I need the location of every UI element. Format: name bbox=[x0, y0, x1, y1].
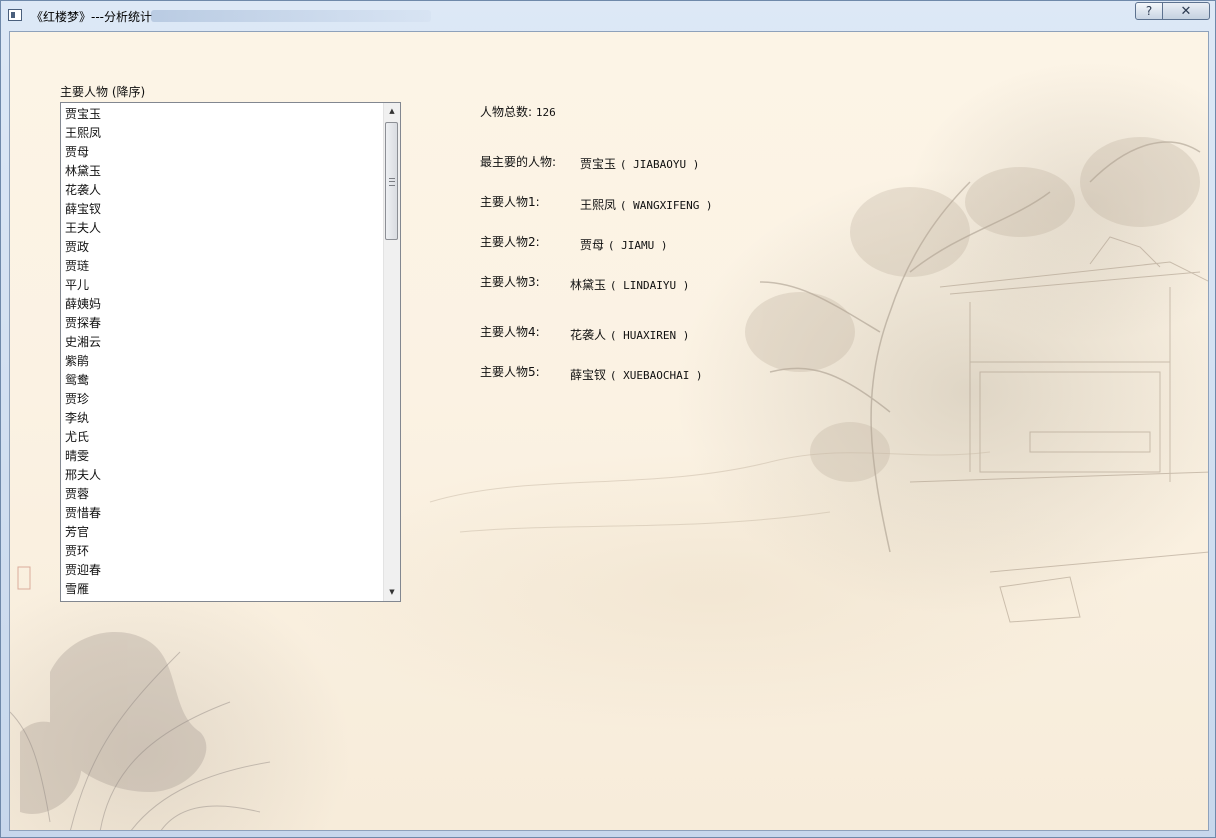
list-item[interactable]: 邢夫人 bbox=[61, 466, 383, 485]
main-character-name: 贾宝玉 bbox=[580, 157, 617, 171]
list-item[interactable]: 贾迎春 bbox=[61, 561, 383, 580]
app-window: 《红楼梦》---分析统计 ? ✕ 主要人物 (降序) 贾宝玉 王熙凤 贾母 林黛… bbox=[0, 0, 1216, 838]
scroll-up-arrow-icon[interactable]: ▲ bbox=[384, 103, 400, 120]
list-item[interactable]: 贾探春 bbox=[61, 314, 383, 333]
list-item[interactable]: 王熙凤 bbox=[61, 124, 383, 143]
character-3-value: 林黛玉 ( LINDAIYU ) bbox=[570, 276, 689, 293]
list-item[interactable]: 薛姨妈 bbox=[61, 295, 383, 314]
total-count: 人物总数: 126 bbox=[480, 103, 556, 120]
scrollbar-thumb[interactable] bbox=[385, 122, 398, 240]
character-2-label: 主要人物2: bbox=[480, 235, 540, 249]
character-1-label: 主要人物1: bbox=[480, 195, 540, 209]
character-2-name: 贾母 bbox=[580, 238, 605, 252]
character-5-name: 薛宝钗 bbox=[570, 368, 607, 382]
list-item[interactable]: 平儿 bbox=[61, 276, 383, 295]
list-item[interactable]: 贾琏 bbox=[61, 257, 383, 276]
vertical-scrollbar[interactable]: ▲ ▼ bbox=[383, 103, 400, 601]
list-item[interactable]: 花袭人 bbox=[61, 181, 383, 200]
grip-icon bbox=[389, 178, 395, 186]
list-item[interactable]: 王夫人 bbox=[61, 219, 383, 238]
app-icon[interactable] bbox=[8, 9, 22, 21]
character-3-label: 主要人物3: bbox=[480, 275, 540, 289]
main-character-pinyin: ( JIABAOYU ) bbox=[619, 158, 700, 171]
character-5-value: 薛宝钗 ( XUEBAOCHAI ) bbox=[570, 366, 703, 383]
character-3-pinyin: ( LINDAIYU ) bbox=[609, 279, 690, 292]
total-count-value: 126 bbox=[535, 106, 556, 119]
list-item[interactable]: 贾惜春 bbox=[61, 504, 383, 523]
character-4-value: 花袭人 ( HUAXIREN ) bbox=[570, 326, 689, 343]
list-item[interactable]: 贾珍 bbox=[61, 390, 383, 409]
character-1-name: 王熙凤 bbox=[580, 198, 617, 212]
character-listbox[interactable]: 贾宝玉 王熙凤 贾母 林黛玉 花袭人 薛宝钗 王夫人 贾政 贾琏 平儿 薛姨妈 … bbox=[60, 102, 401, 602]
list-item[interactable]: 紫鹃 bbox=[61, 352, 383, 371]
list-item[interactable]: 尤氏 bbox=[61, 428, 383, 447]
character-2-value: 贾母 ( JIAMU ) bbox=[580, 236, 667, 253]
character-4-pinyin: ( HUAXIREN ) bbox=[609, 329, 690, 342]
main-character-value: 贾宝玉 ( JIABAOYU ) bbox=[580, 155, 699, 172]
main-character-label: 最主要的人物: bbox=[480, 155, 557, 169]
list-item[interactable]: 薛宝钗 bbox=[61, 200, 383, 219]
help-button[interactable]: ? bbox=[1135, 2, 1163, 20]
character-5-label: 主要人物5: bbox=[480, 365, 540, 379]
title-bar[interactable]: 《红楼梦》---分析统计 ? ✕ bbox=[1, 1, 1215, 31]
list-items: 贾宝玉 王熙凤 贾母 林黛玉 花袭人 薛宝钗 王夫人 贾政 贾琏 平儿 薛姨妈 … bbox=[61, 105, 383, 599]
total-count-label: 人物总数: bbox=[480, 105, 533, 119]
list-item[interactable]: 史湘云 bbox=[61, 333, 383, 352]
character-1-value: 王熙凤 ( WANGXIFENG ) bbox=[580, 196, 713, 213]
close-button[interactable]: ✕ bbox=[1162, 2, 1210, 20]
list-heading: 主要人物 (降序) bbox=[60, 85, 146, 99]
character-3-name: 林黛玉 bbox=[570, 278, 607, 292]
list-item[interactable]: 鸳鸯 bbox=[61, 371, 383, 390]
window-title: 《红楼梦》---分析统计 bbox=[31, 10, 152, 24]
character-4-name: 花袭人 bbox=[570, 328, 607, 342]
list-item[interactable]: 贾环 bbox=[61, 542, 383, 561]
list-item[interactable]: 林黛玉 bbox=[61, 162, 383, 181]
character-2-pinyin: ( JIAMU ) bbox=[607, 239, 668, 252]
list-item[interactable]: 芳官 bbox=[61, 523, 383, 542]
title-bar-glass-blur bbox=[151, 10, 431, 22]
list-item[interactable]: 贾蓉 bbox=[61, 485, 383, 504]
list-item[interactable]: 贾政 bbox=[61, 238, 383, 257]
list-item[interactable]: 晴雯 bbox=[61, 447, 383, 466]
character-5-pinyin: ( XUEBAOCHAI ) bbox=[609, 369, 703, 382]
list-item[interactable]: 贾母 bbox=[61, 143, 383, 162]
list-item[interactable]: 雪雁 bbox=[61, 580, 383, 599]
list-item[interactable]: 李纨 bbox=[61, 409, 383, 428]
character-1-pinyin: ( WANGXIFENG ) bbox=[619, 199, 713, 212]
list-item[interactable]: 贾宝玉 bbox=[61, 105, 383, 124]
character-4-label: 主要人物4: bbox=[480, 325, 540, 339]
client-area: 主要人物 (降序) 贾宝玉 王熙凤 贾母 林黛玉 花袭人 薛宝钗 王夫人 贾政 … bbox=[9, 31, 1209, 831]
scroll-down-arrow-icon[interactable]: ▼ bbox=[384, 584, 400, 601]
